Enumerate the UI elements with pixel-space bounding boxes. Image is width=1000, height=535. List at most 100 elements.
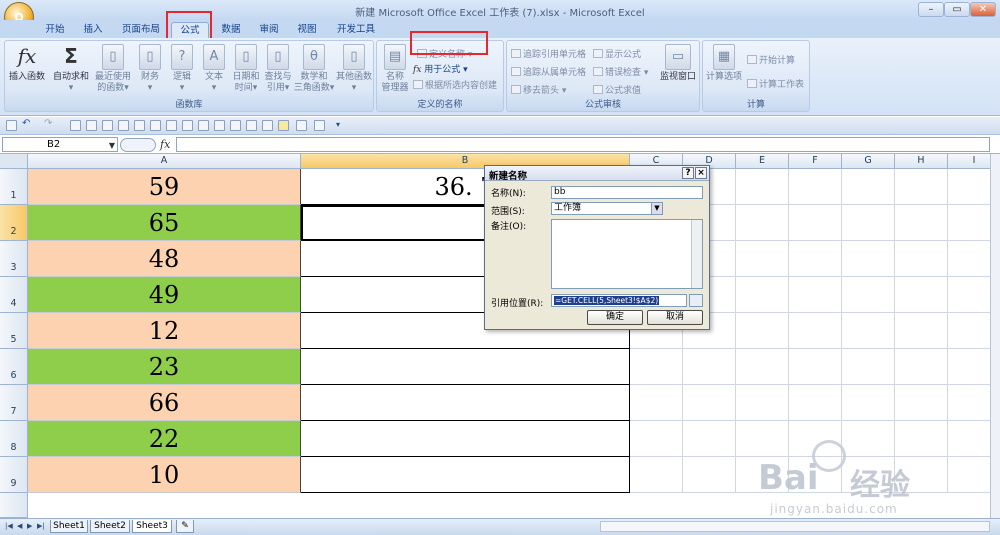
cell[interactable] (842, 385, 895, 421)
formula-bar-resizer[interactable] (120, 138, 156, 152)
sheet-icon[interactable] (150, 120, 161, 131)
cell[interactable] (683, 421, 736, 457)
merge-icon[interactable] (262, 120, 273, 131)
row-header[interactable]: 2 (0, 205, 28, 241)
close-window-button[interactable]: ✕ (970, 2, 996, 17)
column-header-a[interactable]: A (28, 154, 301, 169)
cell[interactable] (895, 313, 948, 349)
cell-a[interactable]: 10 (28, 457, 301, 493)
view-icon[interactable] (134, 120, 145, 131)
macro-icon[interactable] (296, 120, 307, 131)
error-checking-button[interactable]: 错误检查 ▾ (593, 65, 648, 78)
cell[interactable] (895, 169, 948, 205)
cell-b[interactable] (301, 385, 630, 421)
name-manager-button[interactable]: ▤ 名称 管理器 (379, 44, 411, 94)
vertical-scrollbar[interactable] (990, 154, 1000, 518)
tab-home[interactable]: 开始 (38, 22, 72, 38)
trace-precedents-button[interactable]: 追踪引用单元格 (511, 47, 586, 60)
column-header-f[interactable]: F (789, 154, 842, 169)
open-icon[interactable] (86, 120, 97, 131)
undo-icon[interactable]: ↶ (22, 118, 33, 129)
tab-developer[interactable]: 开发工具 (330, 22, 382, 38)
cell[interactable] (842, 169, 895, 205)
column-header-e[interactable]: E (736, 154, 789, 169)
dialog-close-button[interactable]: × (695, 167, 707, 179)
cell-a[interactable]: 65 (28, 205, 301, 241)
cell[interactable] (736, 385, 789, 421)
minimize-button[interactable]: – (918, 2, 944, 17)
select-all-corner[interactable] (0, 154, 28, 169)
show-formulas-button[interactable]: 显示公式 (593, 47, 641, 60)
tab-data[interactable]: 数据 (214, 22, 248, 38)
row-header[interactable]: 6 (0, 349, 28, 385)
image-icon[interactable] (278, 120, 289, 131)
cell[interactable] (895, 349, 948, 385)
more-functions-button[interactable]: ▯ 其他函数 ▾ (333, 44, 375, 94)
cell[interactable] (683, 349, 736, 385)
financial-button[interactable]: ▯ 财务 ▾ (135, 44, 165, 94)
customize-qat-icon[interactable]: ▾ (336, 120, 347, 131)
cell[interactable] (842, 241, 895, 277)
new-icon[interactable] (70, 120, 81, 131)
cell[interactable] (683, 385, 736, 421)
cell-a[interactable]: 66 (28, 385, 301, 421)
cell[interactable] (630, 349, 683, 385)
cell[interactable] (789, 277, 842, 313)
cell[interactable] (736, 349, 789, 385)
sheet-tab-sheet1[interactable]: Sheet1 (50, 520, 88, 533)
tab-view[interactable]: 视图 (290, 22, 324, 38)
cell-a[interactable]: 49 (28, 277, 301, 313)
lock-icon[interactable] (314, 120, 325, 131)
print-icon[interactable] (102, 120, 113, 131)
logical-button[interactable]: ? 逻辑 ▾ (167, 44, 197, 94)
column-header-g[interactable]: G (842, 154, 895, 169)
text-button[interactable]: A 文本 ▾ (199, 44, 229, 94)
horizontal-scrollbar[interactable] (600, 521, 990, 532)
evaluate-formula-button[interactable]: 公式求值 (593, 83, 641, 96)
scope-select[interactable]: 工作簿 ▼ (551, 202, 663, 215)
cancel-button[interactable]: 取消 (647, 310, 703, 325)
scrollbar[interactable] (691, 220, 702, 288)
refers-to-input[interactable]: =GET.CELL(5,Sheet3!$A$2) (551, 294, 687, 307)
cell[interactable] (789, 313, 842, 349)
watch-window-button[interactable]: ▭ 监视窗口 (657, 44, 699, 83)
name-box[interactable]: B2 ▼ (2, 137, 118, 152)
column-header-h[interactable]: H (895, 154, 948, 169)
save-icon[interactable] (6, 120, 17, 131)
fx-icon[interactable]: fx (160, 138, 170, 151)
tab-insert[interactable]: 插入 (76, 22, 110, 38)
remove-arrows-button[interactable]: 移去箭头 ▾ (511, 83, 566, 96)
cell[interactable] (895, 205, 948, 241)
next-sheet-icon[interactable]: ▶ (27, 522, 32, 530)
cell[interactable] (736, 205, 789, 241)
ok-button[interactable]: 确定 (587, 310, 643, 325)
cell[interactable] (789, 205, 842, 241)
date-time-button[interactable]: ▯ 日期和 时间▾ (229, 44, 263, 94)
cell[interactable] (736, 241, 789, 277)
cell[interactable] (683, 457, 736, 493)
calculate-sheet-button[interactable]: 计算工作表 (747, 77, 804, 90)
grid-icon[interactable] (182, 120, 193, 131)
collapse-dialog-icon[interactable] (689, 294, 703, 307)
cell-a[interactable]: 48 (28, 241, 301, 277)
row-header[interactable]: 4 (0, 277, 28, 313)
insert-sheet-icon[interactable]: ✎ (176, 520, 194, 533)
cell[interactable] (895, 385, 948, 421)
cell[interactable] (789, 241, 842, 277)
use-in-formula-button[interactable]: fx 用于公式 ▾ (413, 62, 468, 75)
cell[interactable] (630, 421, 683, 457)
recent-functions-button[interactable]: ▯ 最近使用 的函数▾ (93, 44, 133, 94)
cell-a[interactable]: 22 (28, 421, 301, 457)
cell[interactable] (789, 385, 842, 421)
cell[interactable] (630, 385, 683, 421)
last-sheet-icon[interactable]: ▶| (37, 522, 45, 530)
cell[interactable] (736, 277, 789, 313)
cell-b[interactable] (301, 349, 630, 385)
cell[interactable] (842, 313, 895, 349)
first-sheet-icon[interactable]: |◀ (5, 522, 13, 530)
row-header[interactable]: 7 (0, 385, 28, 421)
tab-review[interactable]: 审阅 (252, 22, 286, 38)
format-icon[interactable] (246, 120, 257, 131)
calculate-now-button[interactable]: 开始计算 (747, 53, 795, 66)
cell-b[interactable] (301, 457, 630, 493)
